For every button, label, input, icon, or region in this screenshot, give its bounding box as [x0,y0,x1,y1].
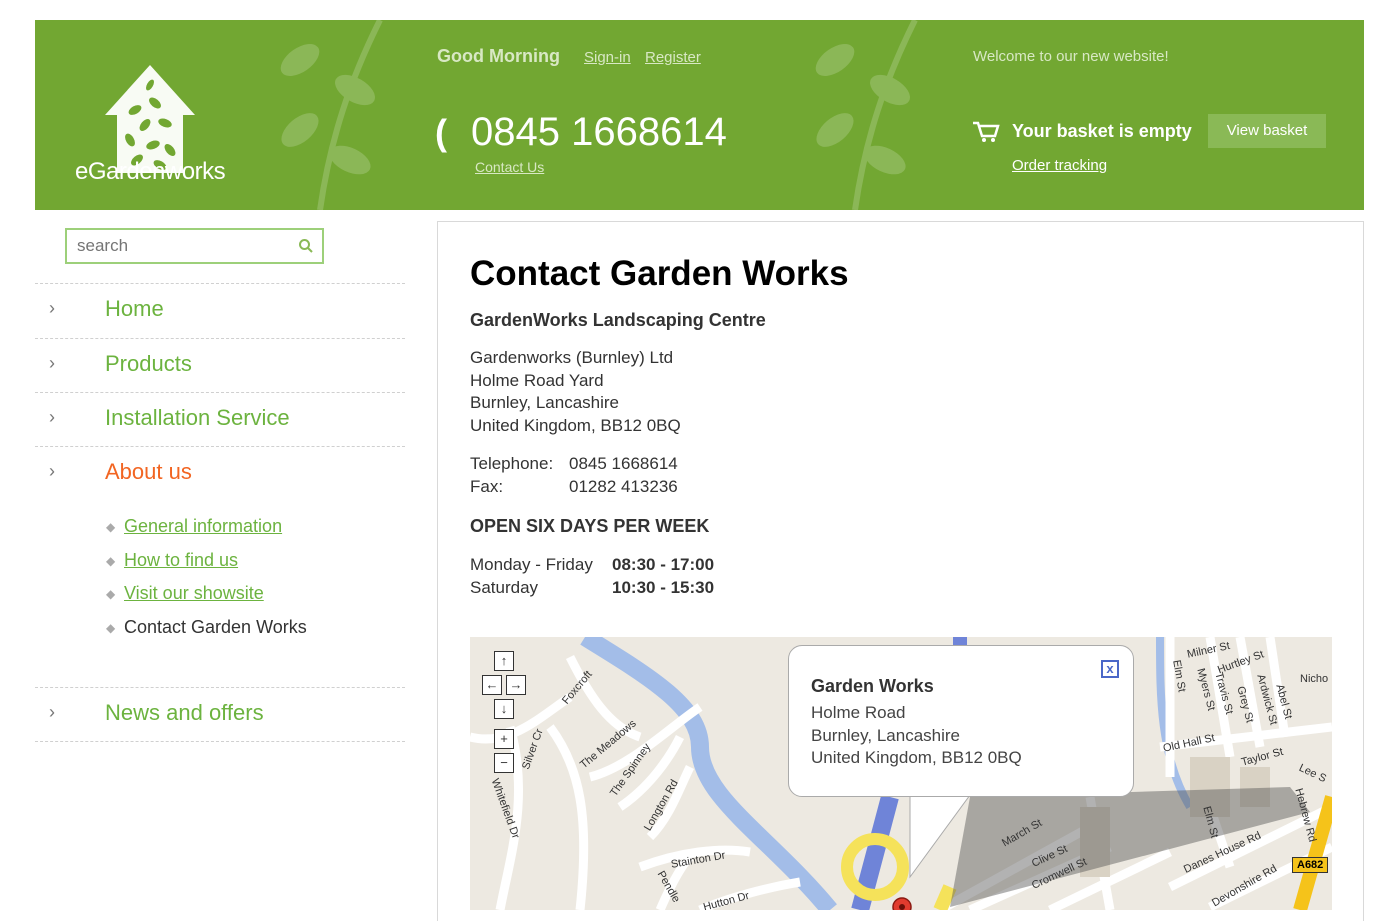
zoom-out-icon[interactable]: − [494,753,514,773]
chevron-right-icon: › [49,353,55,373]
telephone-value: 0845 1668614 [569,454,678,473]
close-icon[interactable]: x [1101,660,1119,678]
search-input[interactable] [67,230,287,262]
address-line: Holme Road Yard [470,370,604,390]
subnav-item-general[interactable]: ◆ General information [106,516,282,537]
contact-us-link[interactable]: Contact Us [475,159,544,175]
fax-row: Fax: 01282 413236 [470,477,678,497]
subnav-link[interactable]: Visit our showsite [124,583,264,603]
chevron-right-icon: › [49,298,55,318]
pan-right-icon[interactable]: → [506,675,526,695]
hours-time: 10:30 - 15:30 [612,578,715,597]
fax-value: 01282 413236 [569,477,678,496]
leaf-decoration-icon [815,20,918,210]
nav-label[interactable]: Products [105,351,192,377]
street-label: Nicho [1300,673,1329,685]
chevron-right-icon: › [49,461,55,481]
phone-icon: ( [435,112,447,153]
subnav-item-contact[interactable]: ◆ Contact Garden Works [106,617,307,638]
order-tracking-link[interactable]: Order tracking [1012,157,1107,174]
bullet-icon: ◆ [106,554,116,569]
bullet-icon: ◆ [106,621,116,636]
subnav-item-find-us[interactable]: ◆ How to find us [106,550,238,571]
main-road [933,884,957,910]
nav-item-about[interactable]: › About us [35,447,405,501]
nav-item-products[interactable]: › Products [35,339,405,393]
nav-item-installation[interactable]: › Installation Service [35,393,405,447]
subnav-link[interactable]: How to find us [124,550,238,570]
hours-day: Monday - Friday [470,555,593,574]
hours-row: Monday - Friday 08:30 - 17:00 [470,555,714,575]
bullet-icon: ◆ [106,520,116,535]
signin-link[interactable]: Sign-in [584,49,631,66]
subnav-link[interactable]: General information [124,516,282,536]
zoom-in-icon[interactable]: + [494,729,514,749]
greeting-text: Good Morning [437,46,560,66]
subnav-current[interactable]: Contact Garden Works [124,617,307,637]
page-title: Contact Garden Works [470,254,849,293]
fax-label: Fax: [470,477,504,496]
nav-label[interactable]: Installation Service [105,405,290,431]
location-map[interactable]: ↑ ← → ↓ + − Foxcroft The Meadows The Spi… [470,637,1332,910]
basket-status: Your basket is empty [1012,121,1192,141]
address-line: United Kingdom, BB12 0BQ [470,415,681,435]
chevron-right-icon: › [49,407,55,427]
address-line: Burnley, Lancashire [470,393,619,412]
logo-text[interactable]: eGardenworks [75,158,226,186]
hours-row: Saturday 10:30 - 15:30 [470,578,714,598]
hours-time: 08:30 - 17:00 [612,555,715,574]
site-header: eGardenworks Good Morning Sign-in Regist… [35,20,1364,210]
view-basket-button[interactable]: View basket [1208,114,1326,148]
bullet-icon: ◆ [106,587,116,602]
leaf-decoration-icon [280,20,383,210]
pan-down-icon[interactable]: ↓ [494,699,514,719]
info-window-line: United Kingdom, BB12 0BQ [811,748,1022,767]
road-badge: A682 [1292,857,1329,873]
nav-label[interactable]: About us [105,459,192,485]
subnav-item-showsite[interactable]: ◆ Visit our showsite [106,583,264,604]
pan-left-icon[interactable]: ← [482,675,502,695]
opening-heading: OPEN SIX DAYS PER WEEK [470,516,710,536]
info-window-line: Burnley, Lancashire [811,726,960,745]
address-block: Gardenworks (Burnley) Ltd Holme Road Yar… [470,347,681,437]
info-window-line: Holme Road [811,703,906,722]
centre-name: GardenWorks Landscaping Centre [470,310,766,330]
telephone-row: Telephone: 0845 1668614 [470,454,678,474]
register-link[interactable]: Register [645,49,701,66]
search-box [65,228,324,264]
hours-day: Saturday [470,578,539,597]
nav-divider [35,741,405,742]
search-icon[interactable] [298,238,314,254]
chevron-right-icon: › [49,702,55,722]
address-line: Gardenworks (Burnley) Ltd [470,348,674,367]
nav-item-news[interactable]: › News and offers [35,688,405,742]
phone-number: 0845 1668614 [471,110,727,154]
info-window: Garden Works Holme Road Burnley, Lancash… [788,645,1134,797]
nav-label[interactable]: Home [105,296,164,322]
telephone-label: Telephone: [470,454,554,473]
welcome-text: Welcome to our new website! [973,48,1169,65]
nav-label[interactable]: News and offers [105,700,264,726]
pan-up-icon[interactable]: ↑ [494,651,514,671]
cart-icon [973,121,1000,142]
nav-item-home[interactable]: › Home [35,284,405,338]
info-window-title: Garden Works [811,676,934,696]
